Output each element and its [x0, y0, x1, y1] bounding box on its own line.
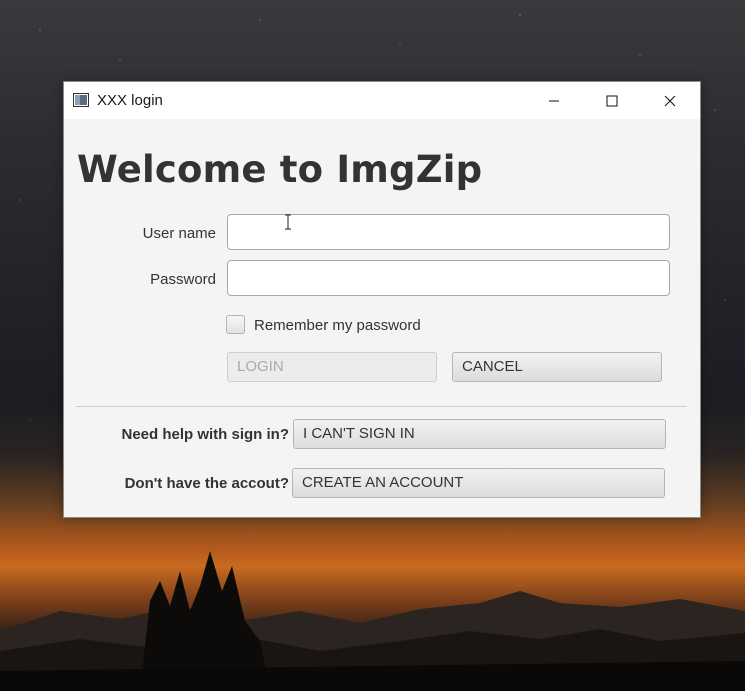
- cancel-button[interactable]: CANCEL: [452, 352, 662, 382]
- signin-help-prompt: Need help with sign in?: [121, 426, 289, 443]
- close-icon: [664, 95, 676, 106]
- username-input[interactable]: [227, 214, 670, 250]
- welcome-heading: Welcome to ImgZip: [77, 148, 483, 191]
- maximize-button[interactable]: [583, 82, 641, 119]
- maximize-icon: [606, 95, 618, 106]
- minimize-icon: [549, 100, 559, 101]
- title-bar[interactable]: XXX login: [64, 82, 700, 119]
- password-label: Password: [150, 271, 216, 288]
- remember-password-checkbox[interactable]: [226, 315, 245, 334]
- username-label: User name: [142, 225, 216, 242]
- window-title: XXX login: [97, 92, 163, 109]
- no-account-prompt: Don't have the accout?: [124, 475, 289, 492]
- password-input[interactable]: [227, 260, 670, 296]
- minimize-button[interactable]: [525, 82, 583, 119]
- text-cursor-icon: [285, 214, 291, 230]
- login-button[interactable]: LOGIN: [227, 352, 437, 382]
- login-window: XXX login Welcome to ImgZip User name Pa…: [63, 81, 701, 518]
- desktop-background: XXX login Welcome to ImgZip User name Pa…: [0, 0, 745, 691]
- mountain-silhouette: [0, 551, 745, 691]
- remember-password-label[interactable]: Remember my password: [254, 317, 421, 334]
- create-account-button[interactable]: CREATE AN ACCOUNT: [292, 468, 665, 498]
- cant-sign-in-button[interactable]: I CAN'T SIGN IN: [293, 419, 666, 449]
- app-window-icon: [73, 93, 89, 107]
- section-divider: [76, 406, 687, 407]
- close-button[interactable]: [641, 82, 699, 119]
